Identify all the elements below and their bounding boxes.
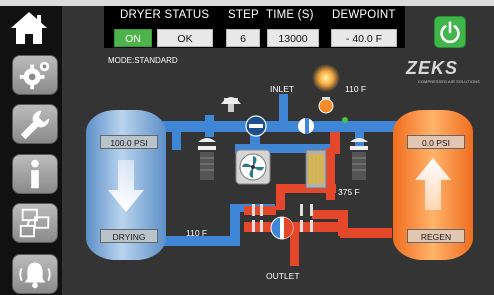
left-filter-icon — [198, 138, 216, 180]
drying-tower-state: DRYING — [100, 229, 158, 243]
heater-temp: 110 F — [345, 84, 367, 94]
outlet-switching-valve-icon — [270, 216, 294, 240]
regen-heater-icon — [305, 149, 327, 189]
regen-tower-state: REGEN — [407, 229, 465, 243]
status-led — [342, 117, 348, 123]
outlet-temp: 110 F — [186, 228, 208, 238]
dryer-hmi-screen: DRYER STATUS STEP TIME (S) DEWPOINT ON O… — [0, 0, 494, 295]
heater-glow — [312, 64, 340, 92]
regen-tower-pressure: 0.0 PSI — [407, 135, 465, 149]
blower-fan-icon — [235, 149, 271, 185]
regen-temp: 375 F — [338, 187, 360, 197]
inlet-label: INLET — [270, 84, 295, 94]
heater-icon — [318, 98, 334, 114]
drying-tower-pressure: 100.0 PSI — [100, 135, 158, 149]
outlet-label: OUTLET — [266, 271, 300, 281]
inlet-valve-icon — [221, 97, 241, 112]
